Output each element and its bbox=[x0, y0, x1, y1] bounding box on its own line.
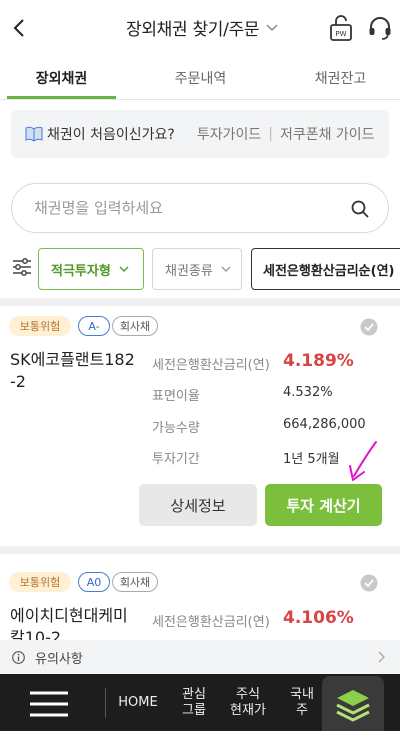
risk-badge: 보통위험 bbox=[9, 316, 71, 336]
sort-selector-label: 세전은행환산금리순(연) bbox=[263, 263, 395, 279]
risk-badge: 보통위험 bbox=[9, 572, 71, 592]
coupon-label: 표면이율 bbox=[152, 389, 200, 404]
coupon-value: 4.532% bbox=[283, 385, 333, 400]
title-dropdown[interactable]: 장외채권 찾기/주문 bbox=[126, 15, 279, 40]
investment-calculator-button[interactable]: 투자 계산기 bbox=[265, 484, 382, 526]
arrow-annotation-icon bbox=[349, 441, 377, 481]
filter-investor-type-label: 적극투자형 bbox=[51, 263, 111, 279]
filter-bond-type[interactable]: 채권종류 bbox=[152, 248, 242, 290]
bond-kind-badge: 회사채 bbox=[112, 316, 158, 336]
chevron-down-icon bbox=[119, 266, 129, 272]
layers-button[interactable] bbox=[322, 676, 384, 731]
chevron-down-icon bbox=[266, 23, 278, 31]
detail-button[interactable]: 상세정보 bbox=[139, 484, 257, 526]
nav-separator bbox=[105, 688, 106, 718]
chevron-right-icon bbox=[378, 651, 385, 663]
bond-name[interactable]: SK에코플랜트182-2 bbox=[10, 349, 138, 393]
search-input[interactable] bbox=[34, 199, 334, 217]
search-icon[interactable] bbox=[350, 199, 370, 219]
check-circle-icon[interactable] bbox=[360, 574, 378, 592]
low-coupon-guide-link[interactable]: 저쿠폰채 가이드 bbox=[280, 124, 375, 144]
guide-question: 채권이 처음이신가요? bbox=[47, 127, 175, 143]
password-lock-icon[interactable]: PW bbox=[327, 14, 355, 42]
active-tab-indicator bbox=[7, 96, 116, 99]
grade-badge: A0 bbox=[78, 572, 110, 592]
nav-home[interactable]: HOME bbox=[112, 674, 164, 731]
rate-value: 4.106% bbox=[283, 608, 354, 628]
rate-label: 세전은행환산금리(연) bbox=[152, 615, 270, 630]
back-arrow-icon[interactable] bbox=[8, 16, 32, 40]
notice-label: 유의사항 bbox=[35, 651, 83, 667]
page-title: 장외채권 찾기/주문 bbox=[126, 20, 260, 40]
pw-label: PW bbox=[335, 30, 346, 38]
nav-watchlist[interactable]: 관심 그룹 bbox=[170, 674, 218, 731]
term-value: 1년 5개월 bbox=[283, 452, 340, 467]
chevron-down-icon bbox=[221, 266, 231, 272]
filter-settings-icon[interactable] bbox=[12, 258, 32, 276]
hamburger-menu-icon[interactable] bbox=[28, 690, 70, 718]
rate-label: 세전은행환산금리(연) bbox=[152, 358, 270, 373]
section-divider bbox=[0, 546, 400, 554]
section-divider bbox=[0, 298, 400, 306]
bond-kind-badge: 회사채 bbox=[112, 572, 158, 592]
nav-domestic[interactable]: 국내 주 bbox=[280, 674, 324, 731]
sort-selector[interactable]: 세전은행환산금리순(연) bbox=[251, 248, 400, 290]
info-icon bbox=[12, 650, 25, 664]
tab-bar: 장외채권 주문내역 채권잔고 bbox=[0, 56, 400, 100]
top-bar: 장외채권 찾기/주문 PW bbox=[0, 0, 400, 56]
headset-icon[interactable] bbox=[367, 15, 393, 41]
guide-banner: 채권이 처음이신가요? 투자가이드 | 저쿠폰채 가이드 bbox=[11, 110, 389, 158]
rate-value: 4.189% bbox=[283, 351, 354, 371]
investment-guide-link[interactable]: 투자가이드 bbox=[197, 124, 261, 144]
tab-otc-bonds[interactable]: 장외채권 bbox=[7, 56, 116, 100]
quantity-label: 가능수량 bbox=[152, 421, 200, 436]
check-circle-icon[interactable] bbox=[360, 318, 378, 336]
book-icon bbox=[25, 126, 43, 142]
tab-order-history[interactable]: 주문내역 bbox=[146, 56, 255, 100]
quantity-value: 664,286,000 bbox=[283, 417, 366, 432]
filter-bond-type-label: 채권종류 bbox=[165, 263, 213, 279]
nav-stock-price[interactable]: 주식 현재가 bbox=[224, 674, 272, 731]
filter-investor-type[interactable]: 적극투자형 bbox=[38, 248, 144, 290]
guide-separator: | bbox=[268, 126, 273, 142]
term-label: 투자기간 bbox=[152, 452, 200, 467]
grade-badge: A- bbox=[78, 316, 110, 336]
tab-bond-balance[interactable]: 채권잔고 bbox=[286, 56, 395, 100]
search-box bbox=[11, 183, 389, 233]
notice-bar[interactable]: 유의사항 bbox=[0, 640, 400, 674]
layers-icon bbox=[336, 690, 370, 722]
